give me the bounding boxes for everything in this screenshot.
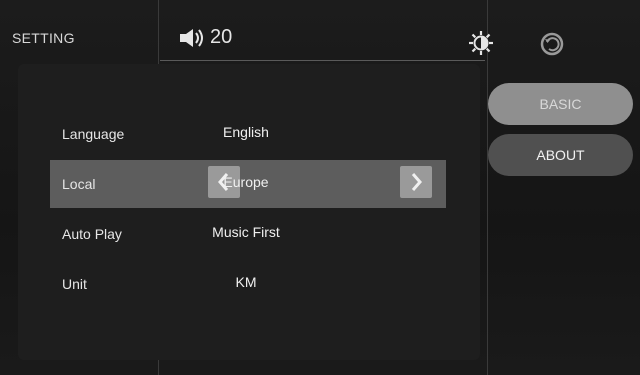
- page-title: SETTING: [12, 30, 75, 46]
- setting-row-auto-play[interactable]: Auto Play Music First: [50, 210, 446, 258]
- brightness-icon[interactable]: [468, 30, 494, 56]
- setting-label: Auto Play: [62, 226, 122, 242]
- chevron-right-icon: [411, 173, 422, 191]
- setting-value: KM: [235, 274, 257, 290]
- back-icon[interactable]: [540, 32, 564, 56]
- next-option-button[interactable]: [400, 166, 432, 198]
- setting-value: Music First: [212, 224, 280, 240]
- setting-value: English: [223, 124, 269, 140]
- setting-row-unit[interactable]: Unit KM: [50, 260, 446, 308]
- volume-icon: [180, 28, 203, 47]
- setting-row-local[interactable]: Local Europe: [50, 160, 446, 208]
- setting-value: Europe: [223, 174, 269, 190]
- tab-basic[interactable]: BASIC: [488, 83, 633, 125]
- volume-level: 20: [210, 26, 233, 48]
- settings-screen: SETTING 20 Language English Local Europe…: [0, 0, 640, 375]
- setting-row-language[interactable]: Language English: [50, 110, 446, 158]
- setting-label: Local: [62, 176, 96, 192]
- setting-label: Unit: [62, 276, 87, 292]
- setting-label: Language: [62, 126, 125, 142]
- tab-about[interactable]: ABOUT: [488, 134, 633, 176]
- volume-control[interactable]: 20: [178, 26, 232, 49]
- header-divider: [160, 60, 485, 61]
- top-bar: SETTING 20: [0, 8, 640, 60]
